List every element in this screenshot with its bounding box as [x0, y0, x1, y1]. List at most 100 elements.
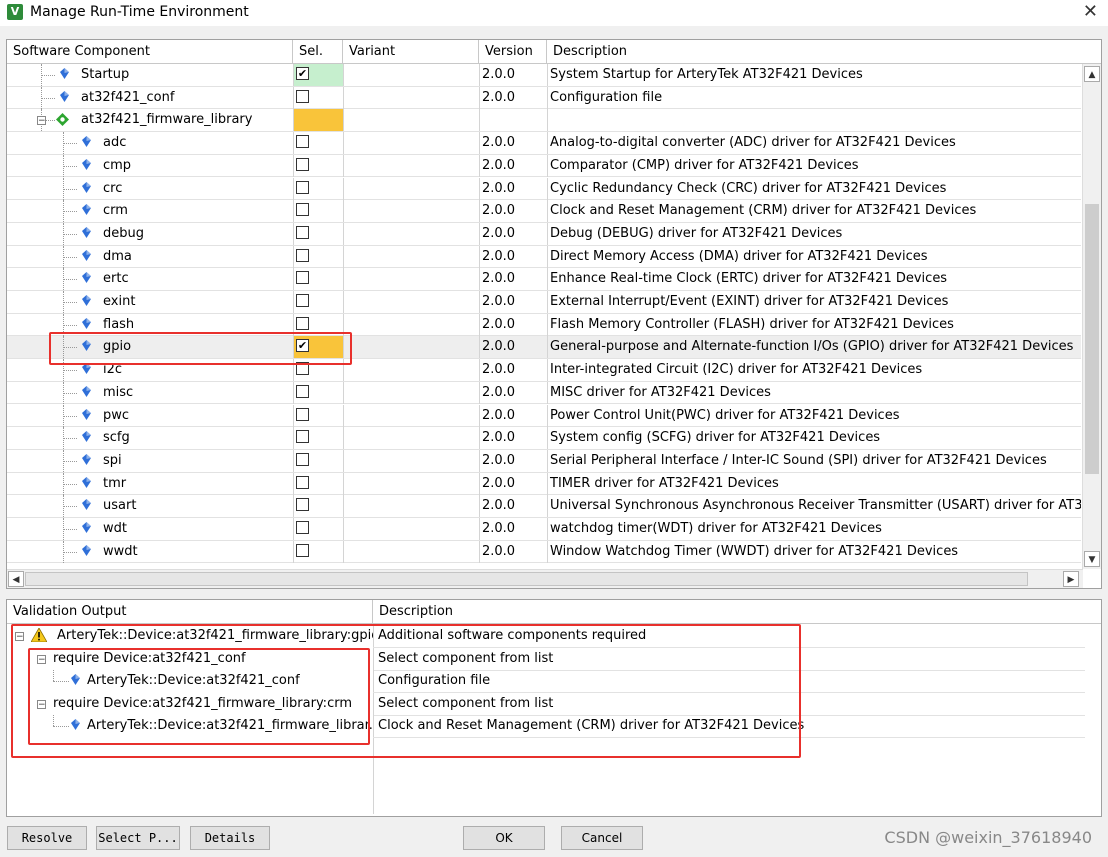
- select-cell[interactable]: [293, 518, 343, 540]
- component-name-cell[interactable]: at32f421_conf: [7, 86, 293, 109]
- description-link[interactable]: Flash Memory Controller (FLASH) driver f…: [547, 313, 1081, 336]
- component-name-cell[interactable]: debug: [7, 222, 293, 245]
- select-checkbox[interactable]: [296, 543, 309, 557]
- select-checkbox[interactable]: ✔: [296, 67, 309, 80]
- component-name-cell[interactable]: pwc: [7, 404, 293, 427]
- horizontal-scroll-thumb[interactable]: [25, 572, 1028, 586]
- vertical-scrollbar[interactable]: ▲ ▼: [1082, 64, 1101, 569]
- select-cell[interactable]: [293, 268, 343, 291]
- scroll-down-icon[interactable]: ▼: [1084, 551, 1100, 567]
- component-name-cell[interactable]: Startup: [7, 64, 293, 86]
- select-cell[interactable]: [293, 449, 343, 472]
- select-cell[interactable]: [293, 540, 343, 563]
- select-checkbox[interactable]: [296, 180, 309, 194]
- column-header-validation-output[interactable]: Validation Output: [7, 600, 373, 624]
- resolve-button[interactable]: Resolve: [7, 826, 87, 850]
- select-cell[interactable]: [293, 404, 343, 427]
- select-checkbox[interactable]: [296, 430, 309, 444]
- select-cell[interactable]: [293, 495, 343, 518]
- select-checkbox[interactable]: [296, 248, 309, 262]
- component-row[interactable]: at32f421_conf 2.0.0 Configuration file: [7, 86, 1081, 110]
- select-checkbox[interactable]: [296, 135, 309, 149]
- component-row[interactable]: pwc 2.0.0 Power Control Unit(PWC) driver f…: [7, 404, 1081, 428]
- select-cell[interactable]: [293, 222, 343, 245]
- component-name-cell[interactable]: usart: [7, 495, 293, 518]
- details-button[interactable]: Details: [190, 826, 270, 850]
- description-link[interactable]: [547, 109, 1081, 132]
- cancel-button[interactable]: Cancel: [561, 826, 643, 850]
- component-row[interactable]: scfg 2.0.0 System config (SCFG) driver for…: [7, 427, 1081, 450]
- description-link[interactable]: Analog-to-digital converter (ADC) driver…: [547, 132, 1081, 155]
- component-row[interactable]: spi 2.0.0 Serial Peripheral Interface / In…: [7, 449, 1081, 473]
- select-cell[interactable]: [293, 200, 343, 223]
- component-row[interactable]: wdt 2.0.0 watchdog timer(WDT) driver for A…: [7, 518, 1081, 541]
- component-name-cell[interactable]: dma: [7, 245, 293, 268]
- component-name-cell[interactable]: − at32f421_firmware_library: [7, 109, 293, 132]
- scroll-up-icon[interactable]: ▲: [1084, 66, 1100, 82]
- column-header-version[interactable]: Version: [479, 40, 547, 64]
- select-checkbox[interactable]: [296, 294, 309, 307]
- select-packs-button[interactable]: Select P...: [96, 826, 180, 850]
- horizontal-scrollbar[interactable]: ◀ ▶: [7, 569, 1083, 588]
- component-name-cell[interactable]: ertc: [7, 268, 293, 291]
- component-row[interactable]: tmr 2.0.0 TIMER driver for AT32F421 Device…: [7, 472, 1081, 496]
- select-cell[interactable]: [293, 427, 343, 450]
- collapse-expander-icon[interactable]: −: [37, 116, 46, 126]
- select-checkbox[interactable]: [296, 271, 309, 285]
- description-link[interactable]: Power Control Unit(PWC) driver for AT32F…: [547, 404, 1081, 427]
- description-link[interactable]: Debug (DEBUG) driver for AT32F421 Device…: [547, 222, 1081, 245]
- description-link[interactable]: TIMER driver for AT32F421 Devices: [547, 472, 1081, 495]
- scroll-left-icon[interactable]: ◀: [8, 571, 24, 587]
- component-name-cell[interactable]: wdt: [7, 518, 293, 540]
- description-link[interactable]: Window Watchdog Timer (WWDT) driver for …: [547, 540, 1081, 563]
- select-cell[interactable]: [293, 109, 343, 132]
- description-link[interactable]: System Startup for ArteryTek AT32F421 De…: [547, 64, 1081, 86]
- description-link[interactable]: Comparator (CMP) driver for AT32F421 Dev…: [547, 154, 1081, 177]
- component-row[interactable]: ertc 2.0.0 Enhance Real-time Clock (ERTC) …: [7, 268, 1081, 291]
- component-row[interactable]: debug 2.0.0 Debug (DEBUG) driver for AT32F…: [7, 222, 1081, 246]
- select-checkbox[interactable]: [296, 384, 309, 398]
- component-name-cell[interactable]: spi: [7, 449, 293, 472]
- select-checkbox[interactable]: [296, 203, 309, 217]
- ok-button[interactable]: OK: [463, 826, 545, 850]
- select-checkbox[interactable]: [296, 475, 309, 489]
- description-link[interactable]: MISC driver for AT32F421 Devices: [547, 381, 1081, 404]
- component-name-cell[interactable]: crm: [7, 200, 293, 223]
- component-name-cell[interactable]: scfg: [7, 427, 293, 450]
- component-name-cell[interactable]: misc: [7, 381, 293, 404]
- component-name-cell[interactable]: tmr: [7, 472, 293, 495]
- description-link[interactable]: Direct Memory Access (DMA) driver for AT…: [547, 245, 1081, 268]
- component-row[interactable]: exint 2.0.0 External Interrupt/Event (EXIN…: [7, 291, 1081, 314]
- select-cell[interactable]: [293, 86, 343, 109]
- component-row[interactable]: wwdt 2.0.0 Window Watchdog Timer (WWDT) dr…: [7, 540, 1081, 564]
- description-link[interactable]: Clock and Reset Management (CRM) driver …: [547, 200, 1081, 223]
- select-cell[interactable]: ✔: [293, 64, 343, 86]
- select-cell[interactable]: [293, 245, 343, 268]
- select-cell[interactable]: [293, 154, 343, 177]
- close-icon[interactable]: ✕: [1083, 1, 1098, 22]
- select-checkbox[interactable]: [296, 225, 309, 239]
- column-header-sel[interactable]: Sel.: [293, 40, 343, 64]
- description-link[interactable]: General-purpose and Alternate-function I…: [547, 336, 1081, 359]
- description-link[interactable]: External Interrupt/Event (EXINT) driver …: [547, 291, 1081, 313]
- component-row[interactable]: usart 2.0.0 Universal Synchronous Asynchro…: [7, 495, 1081, 518]
- column-header-variant[interactable]: Variant: [343, 40, 479, 64]
- component-row[interactable]: dma 2.0.0 Direct Memory Access (DMA) drive…: [7, 245, 1081, 269]
- component-row[interactable]: adc 2.0.0 Analog-to-digital converter (ADC…: [7, 132, 1081, 155]
- select-checkbox[interactable]: [296, 157, 309, 171]
- scroll-right-icon[interactable]: ▶: [1063, 571, 1079, 587]
- select-checkbox[interactable]: [296, 521, 309, 534]
- component-name-cell[interactable]: cmp: [7, 154, 293, 177]
- description-link[interactable]: watchdog timer(WDT) driver for AT32F421 …: [547, 518, 1081, 540]
- description-link[interactable]: Enhance Real-time Clock (ERTC) driver fo…: [547, 268, 1081, 291]
- component-row[interactable]: misc 2.0.0 MISC driver for AT32F421 Device…: [7, 381, 1081, 405]
- select-cell[interactable]: [293, 177, 343, 200]
- select-checkbox[interactable]: [296, 316, 309, 330]
- description-link[interactable]: Inter-integrated Circuit (I2C) driver fo…: [547, 359, 1081, 382]
- select-checkbox[interactable]: [296, 452, 309, 466]
- select-checkbox[interactable]: [296, 407, 309, 421]
- description-link[interactable]: Universal Synchronous Asynchronous Recei…: [547, 495, 1081, 518]
- component-row[interactable]: cmp 2.0.0 Comparator (CMP) driver for AT32…: [7, 154, 1081, 178]
- select-cell[interactable]: [293, 381, 343, 404]
- description-link[interactable]: Cyclic Redundancy Check (CRC) driver for…: [547, 177, 1081, 200]
